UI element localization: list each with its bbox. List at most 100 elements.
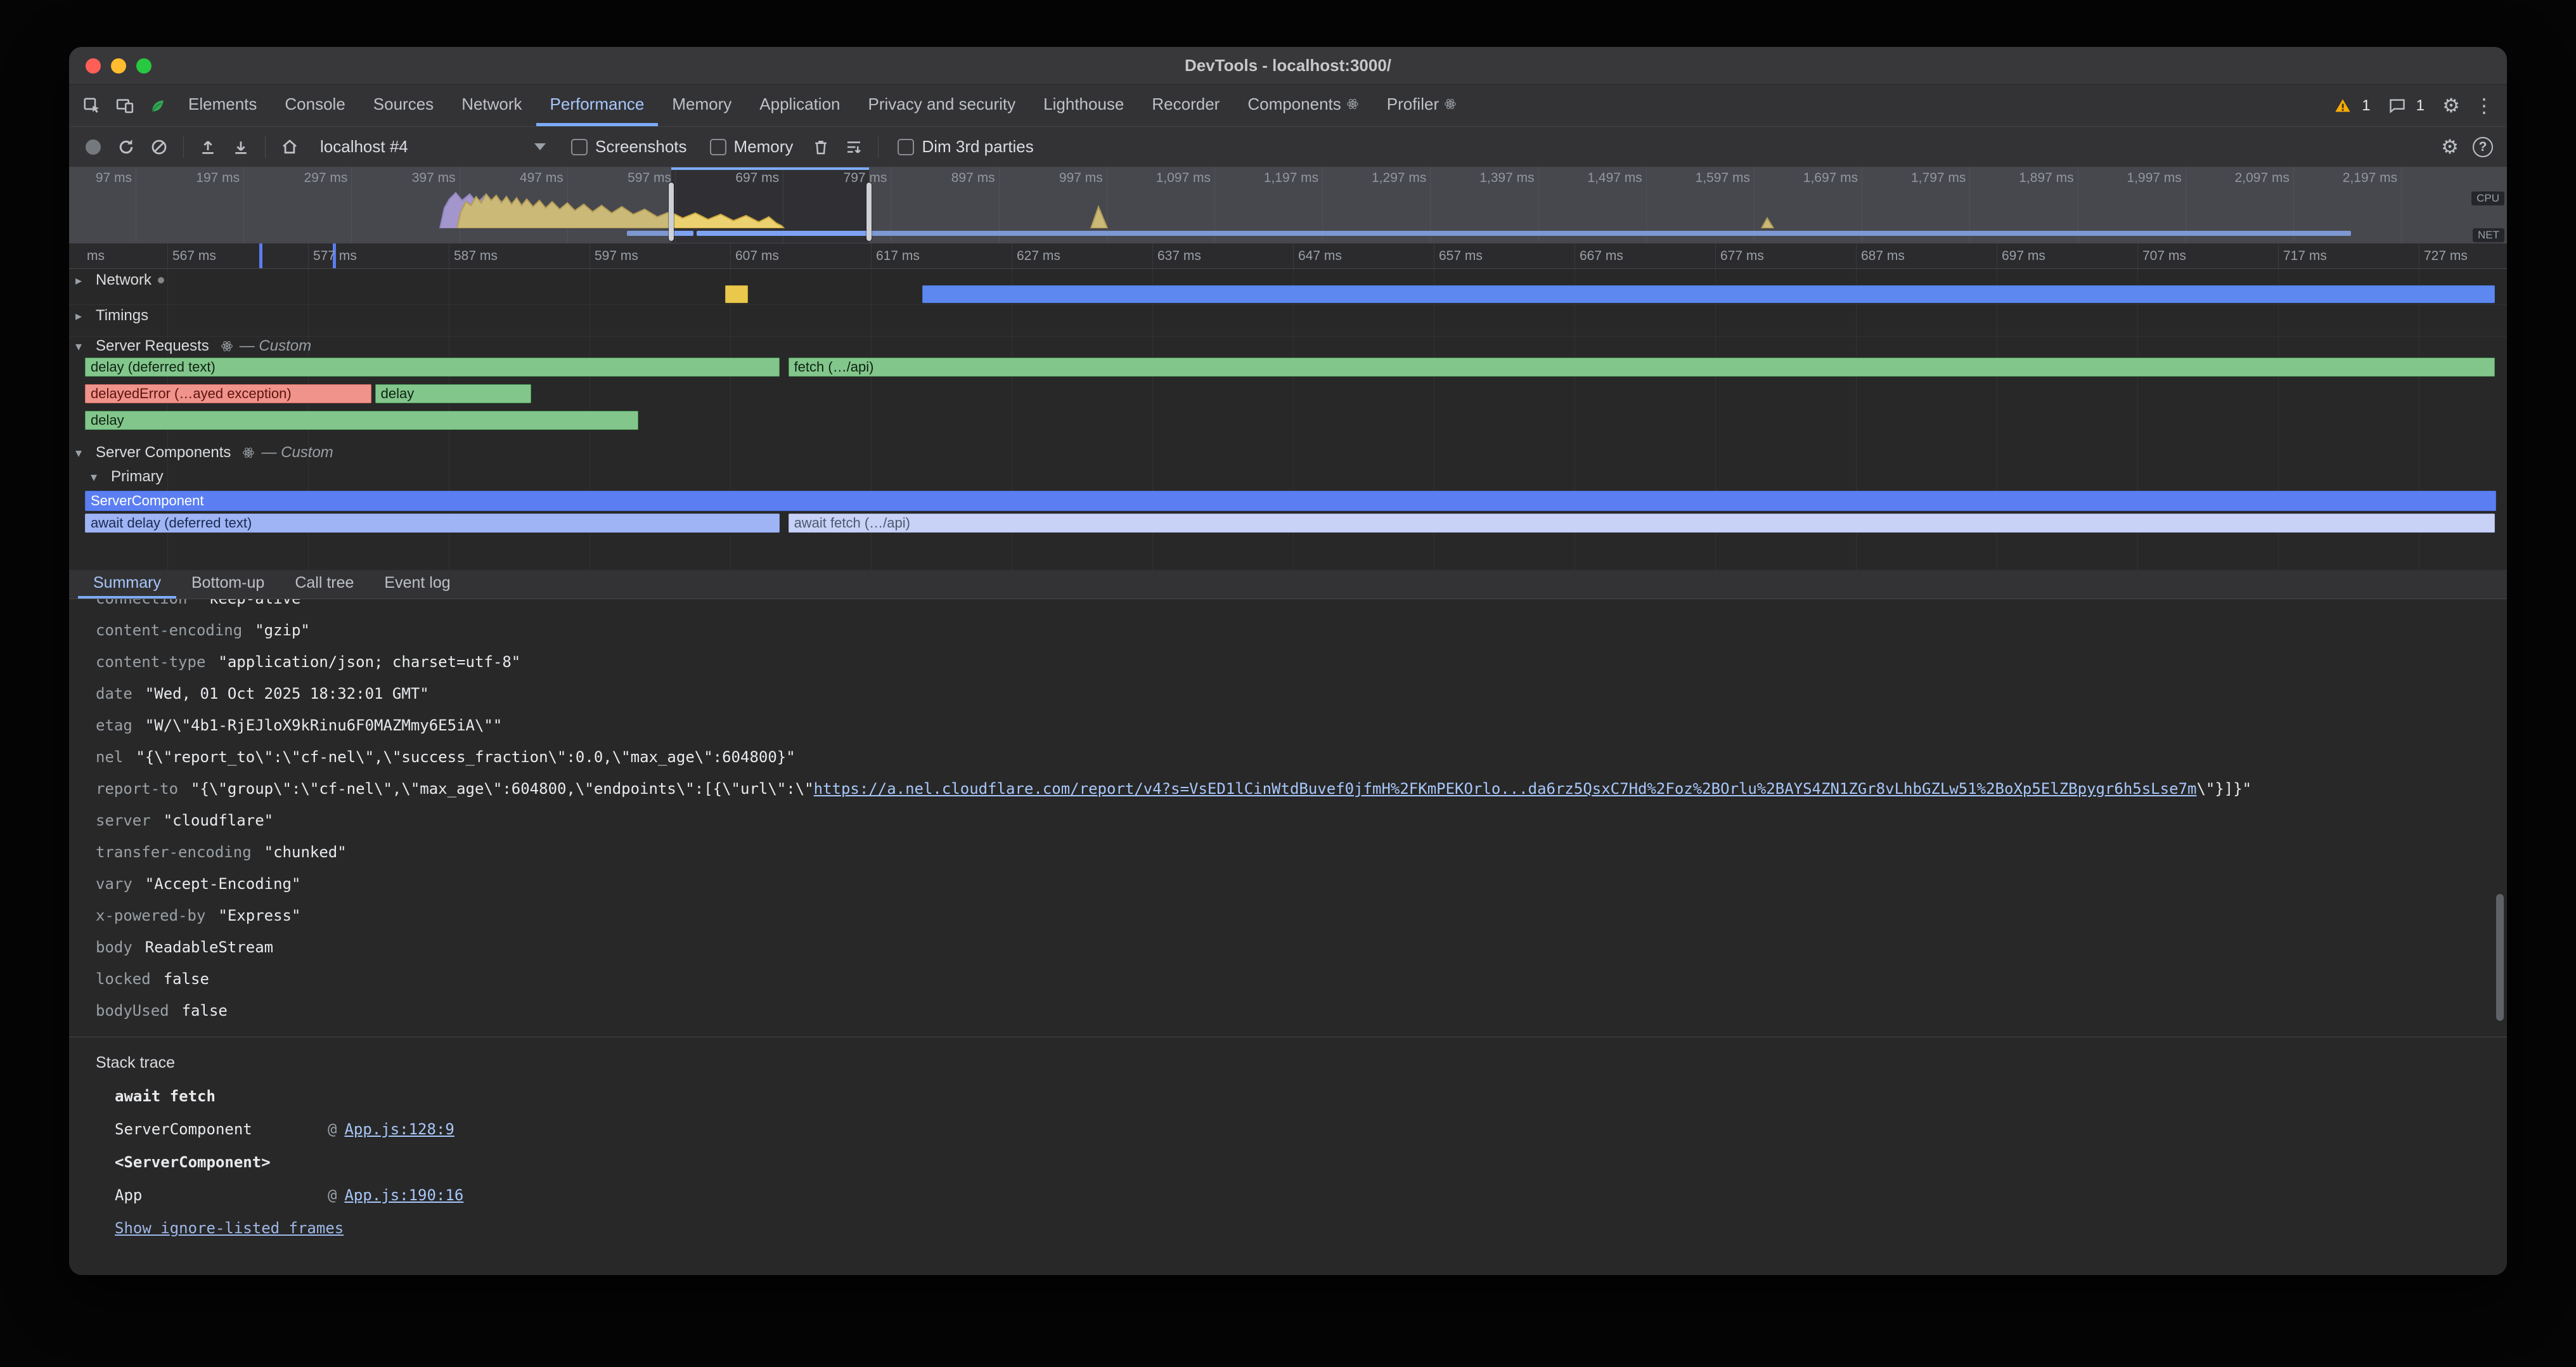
stack-frame-at: @	[328, 1120, 337, 1138]
tab-performance[interactable]: Performance	[536, 85, 659, 126]
bar-delayed-error[interactable]: delayedError (…ayed exception)	[85, 384, 371, 403]
close-window-button[interactable]	[86, 58, 101, 74]
ruler-tick-label: 677 ms	[1720, 249, 1764, 264]
selection-top-line	[671, 167, 869, 170]
ruler-gridline	[589, 243, 590, 268]
tab-application[interactable]: Application	[745, 85, 854, 126]
bar-await-fetch[interactable]: await fetch (…/api)	[789, 514, 2495, 533]
live-metrics-home-button[interactable]	[273, 131, 306, 164]
selection-handle-right[interactable]	[866, 183, 872, 241]
header-row-x-powered-by: x-powered-by"Express"	[69, 900, 2507, 931]
toggle-device-toolbar-button[interactable]	[108, 89, 141, 122]
help-icon[interactable]: ?	[2466, 131, 2499, 164]
timeline-overview[interactable]: 97 ms197 ms297 ms397 ms497 ms597 ms697 m…	[69, 167, 2507, 243]
tab-components[interactable]: Components	[1233, 85, 1372, 126]
header-value: "Express"	[218, 907, 300, 924]
tab-network[interactable]: Network	[448, 85, 536, 126]
header-key: transfer-encoding	[96, 843, 252, 861]
stack-frame: App@App.js:190:16	[69, 1179, 2507, 1212]
tab-profiler[interactable]: Profiler	[1373, 85, 1471, 126]
clear-button[interactable]	[143, 131, 176, 164]
performance-toolbar: localhost #4 Screenshots Memory Dim 3rd …	[69, 127, 2507, 167]
checkbox-box	[710, 139, 726, 155]
header-key: content-encoding	[96, 621, 242, 639]
checkbox-box	[898, 139, 914, 155]
bottom-tab-event-log[interactable]: Event log	[369, 570, 465, 599]
record-and-reload-button[interactable]	[110, 131, 143, 164]
ruler-tick-label: 667 ms	[1580, 249, 1623, 264]
bottom-tab-bottom-up[interactable]: Bottom-up	[176, 570, 280, 599]
overview-dim-right	[869, 167, 2507, 243]
ruler-tick-label: 607 ms	[735, 249, 779, 264]
network-request-bar-long[interactable]	[922, 285, 2495, 303]
header-key: content-type	[96, 653, 205, 671]
inspect-element-button[interactable]	[75, 89, 108, 122]
cpu-lane-label: CPU	[2471, 191, 2504, 205]
tab-lighthouse[interactable]: Lighthouse	[1029, 85, 1138, 126]
history-selected-label: localhost #4	[320, 137, 408, 157]
timeline-ruler: ms567 ms577 ms587 ms597 ms607 ms617 ms62…	[69, 243, 2507, 269]
network-request-bar-small[interactable]	[725, 285, 749, 303]
console-warnings-icon[interactable]	[2326, 89, 2359, 122]
tab-console[interactable]: Console	[271, 85, 359, 126]
stack-frame-location-link[interactable]: App.js:190:16	[344, 1186, 463, 1204]
header-key: report-to	[96, 780, 178, 798]
window-title: DevTools - localhost:3000/	[1185, 56, 1391, 75]
bar-delay-deferred-text[interactable]: delay (deferred text)	[85, 358, 780, 377]
load-profile-button[interactable]	[191, 131, 224, 164]
bar-fetch-api[interactable]: fetch (…/api)	[789, 358, 2495, 377]
bottom-tab-call-tree[interactable]: Call tree	[280, 570, 369, 599]
report-to-url-link[interactable]: https://a.nel.cloudflare.com/report/v4?s…	[814, 780, 2197, 798]
dim-3rd-parties-checkbox[interactable]: Dim 3rd parties	[898, 137, 1033, 157]
tab-elements[interactable]: Elements	[174, 85, 271, 126]
tab-label: Elements	[188, 94, 257, 114]
ruler-tick-label: 687 ms	[1861, 249, 1905, 264]
bar-delay-3[interactable]: delay	[85, 411, 638, 430]
header-value-suffix: \"}]}"	[2196, 780, 2251, 798]
show-ignore-listed-frames-link[interactable]: Show ignore-listed frames	[115, 1219, 344, 1237]
bar-label: await fetch (…/api)	[789, 515, 916, 531]
tab-privacy-and-security[interactable]: Privacy and security	[854, 85, 1030, 126]
bottom-tab-summary[interactable]: Summary	[78, 570, 176, 599]
screenshots-checkbox[interactable]: Screenshots	[571, 137, 687, 157]
flame-chart[interactable]: delay (deferred text) fetch (…/api) delaye…	[69, 269, 2507, 570]
response-headers-list: connection"keep-alive"content-encoding"g…	[69, 599, 2507, 1027]
titlebar[interactable]: DevTools - localhost:3000/	[69, 47, 2507, 85]
bar-await-delay[interactable]: await delay (deferred text)	[85, 514, 780, 533]
zoom-window-button[interactable]	[136, 58, 151, 74]
tab-memory[interactable]: Memory	[658, 85, 745, 126]
issues-bubble-icon[interactable]	[2381, 89, 2414, 122]
ruler-unit-label: ms	[87, 249, 105, 264]
ruler-gridline	[2278, 243, 2279, 268]
stack-async-header: <ServerComponent>	[69, 1146, 2507, 1179]
more-options-icon[interactable]: ⋮	[2468, 89, 2501, 122]
warning-count: 1	[2362, 97, 2370, 115]
bar-server-component[interactable]: ServerComponent	[85, 491, 2496, 511]
header-key: nel	[96, 748, 123, 766]
details-scrollbar-thumb[interactable]	[2496, 894, 2504, 1021]
header-row-date: date"Wed, 01 Oct 2025 18:32:01 GMT"	[69, 678, 2507, 709]
stack-frame-location-link[interactable]: App.js:128:9	[344, 1120, 454, 1138]
overview-tick-label: 697 ms	[735, 171, 783, 186]
overview-dim-left	[69, 167, 671, 243]
summary-pane[interactable]: connection"keep-alive"content-encoding"g…	[69, 599, 2507, 1275]
tab-sources[interactable]: Sources	[359, 85, 448, 126]
bar-delay-2[interactable]: delay	[375, 384, 531, 403]
ruler-tick-label: 637 ms	[1157, 249, 1201, 264]
issues-count: 1	[2416, 97, 2425, 115]
ruler-gridline	[167, 243, 168, 268]
header-value-prefix: "{\"group\":\"cf-nel\",\"max_age\":60480…	[191, 780, 814, 798]
selection-handle-left[interactable]	[669, 183, 674, 241]
tab-recorder[interactable]: Recorder	[1138, 85, 1233, 126]
header-value: false	[164, 970, 209, 988]
settings-gear-icon[interactable]: ⚙	[2435, 89, 2468, 122]
memory-checkbox[interactable]: Memory	[710, 137, 794, 157]
throttling-icon[interactable]	[837, 131, 870, 164]
history-dropdown[interactable]: localhost #4	[312, 133, 553, 162]
record-button[interactable]	[77, 131, 110, 164]
collect-garbage-icon[interactable]	[804, 131, 837, 164]
extension-leaf-icon[interactable]	[141, 89, 174, 122]
capture-settings-gear-icon[interactable]: ⚙	[2433, 131, 2466, 164]
save-profile-button[interactable]	[224, 131, 257, 164]
minimize-window-button[interactable]	[111, 58, 126, 74]
